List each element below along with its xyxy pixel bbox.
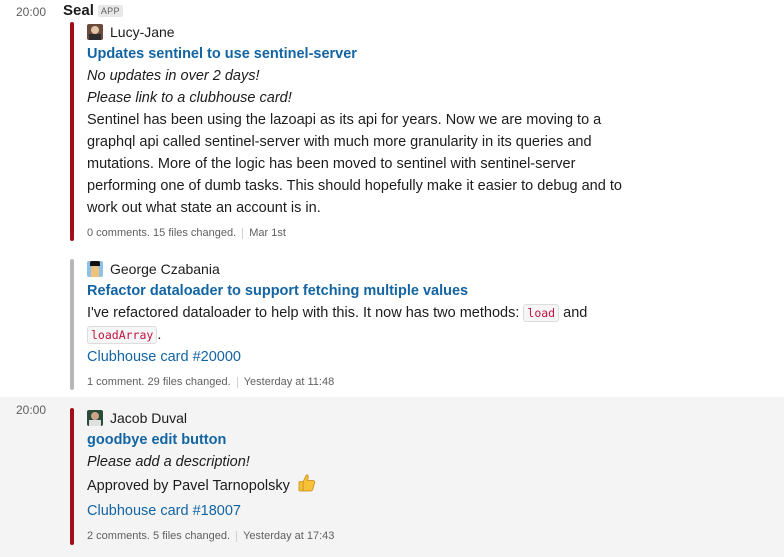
author-name: George Czabania xyxy=(110,261,220,277)
pr-attachment: Jacob Duval goodbye edit button Please a… xyxy=(70,408,770,545)
pr-attachment: Lucy-Jane Updates sentinel to use sentin… xyxy=(70,22,770,241)
footer-divider xyxy=(242,227,244,239)
pr-description-line: graphql api called sentinel-server with … xyxy=(87,134,592,150)
clubhouse-card-link[interactable]: Clubhouse card #18007 xyxy=(87,503,241,519)
app-badge: APP xyxy=(97,4,123,17)
attachment-footer: 1 comment. 29 files changed. Yesterday a… xyxy=(87,374,770,390)
clubhouse-card-link[interactable]: Clubhouse card #20000 xyxy=(87,349,241,365)
author-avatar xyxy=(87,24,103,40)
description-text: I've refactored dataloader to help with … xyxy=(87,305,520,321)
attachment-footer: 2 comments. 5 files changed. Yesterday a… xyxy=(87,528,770,544)
author-name: Jacob Duval xyxy=(110,410,188,426)
pr-description-line: Sentinel has been using the lazoapi as i… xyxy=(87,112,602,128)
pr-attachment: George Czabania Refactor dataloader to s… xyxy=(70,259,770,390)
attachment-author: Lucy-Jane xyxy=(87,22,770,42)
pr-description: I've refactored dataloader to help with … xyxy=(87,302,770,324)
message-timestamp[interactable]: 20:00 xyxy=(16,5,46,19)
description-text: and xyxy=(563,305,588,321)
pr-date: Mar 1st xyxy=(249,227,286,239)
attachment-footer: 0 comments. 15 files changed. Mar 1st xyxy=(87,225,770,241)
attachment-color-bar xyxy=(70,22,74,241)
thumbs-up-icon xyxy=(297,473,317,500)
pr-title-link[interactable]: Refactor dataloader to support fetching … xyxy=(87,280,770,302)
pr-stats: 1 comment. 29 files changed. xyxy=(87,376,231,388)
author-name: Lucy-Jane xyxy=(110,24,175,40)
pr-description-line: mutations. More of the logic has been mo… xyxy=(87,156,576,172)
attachment-color-bar xyxy=(70,259,74,390)
approval-line: Approved by Pavel Tarnopolsky xyxy=(87,473,770,500)
pr-description-line: performing one of dumb tasks. This shoul… xyxy=(87,178,622,194)
warning-no-updates: No updates in over 2 days! xyxy=(87,68,260,84)
sender-name[interactable]: Seal xyxy=(63,2,94,19)
pr-date: Yesterday at 11:48 xyxy=(243,376,335,388)
attachment-color-bar xyxy=(70,408,74,545)
message-group-hovered: 20:00 Jacob Duval goodbye edit button Pl… xyxy=(0,397,784,557)
pr-stats: 2 comments. 5 files changed. xyxy=(87,530,231,542)
warning-add-description: Please add a description! xyxy=(87,454,250,470)
description-text: . xyxy=(157,327,162,343)
footer-divider xyxy=(236,530,238,542)
warning-link-card: Please link to a clubhouse card! xyxy=(87,90,292,106)
pr-description-line: work out what state an account is in. xyxy=(87,200,321,216)
footer-divider xyxy=(236,376,238,388)
message-timestamp[interactable]: 20:00 xyxy=(16,403,46,417)
pr-title-link[interactable]: Updates sentinel to use sentinel-server xyxy=(87,43,770,65)
attachment-author: George Czabania xyxy=(87,259,770,279)
inline-code-load: load xyxy=(523,304,560,322)
approval-text: Approved by Pavel Tarnopolsky xyxy=(87,478,290,494)
attachment-author: Jacob Duval xyxy=(87,408,770,428)
pr-stats: 0 comments. 15 files changed. xyxy=(87,227,237,239)
pr-title-link[interactable]: goodbye edit button xyxy=(87,429,770,451)
author-avatar xyxy=(87,410,103,426)
inline-code-loadarray: loadArray xyxy=(87,326,158,344)
message-group-seal: 20:00 Seal APP Lucy-Jane Updates sentine… xyxy=(0,0,784,397)
message-sender: Seal APP xyxy=(63,2,123,19)
author-avatar xyxy=(87,261,103,277)
pr-description: loadArray. xyxy=(87,324,770,346)
pr-date: Yesterday at 17:43 xyxy=(243,530,335,542)
